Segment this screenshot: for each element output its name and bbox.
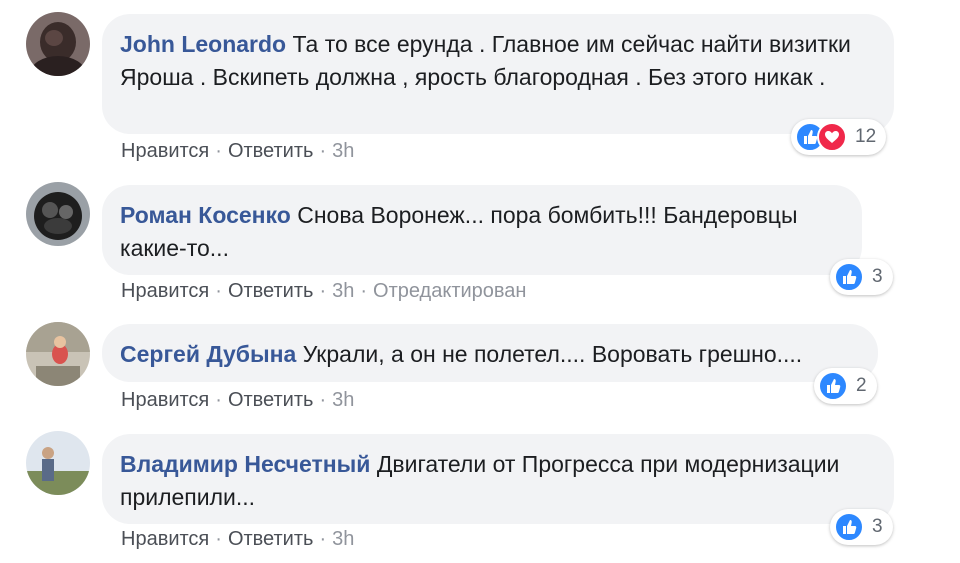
- comment-bubble: Владимир Несчетный Двигатели от Прогресс…: [102, 434, 894, 524]
- like-link[interactable]: Нравится: [121, 280, 209, 302]
- comment-bubble: John Leonardo Та то все ерунда . Главное…: [102, 14, 894, 134]
- comment-actions: Нравится · Ответить · 3h: [121, 140, 355, 162]
- reactions-summary[interactable]: 12: [791, 119, 887, 155]
- comment-text: Украли, а он не полетел.... Воровать гре…: [302, 341, 803, 367]
- comment-author[interactable]: Сергей Дубына: [120, 341, 296, 367]
- reaction-count: 3: [872, 266, 883, 287]
- avatar[interactable]: [26, 182, 90, 246]
- comment-bubble: Сергей Дубына Украли, а он не полетел...…: [102, 324, 878, 382]
- reaction-count: 3: [872, 516, 883, 537]
- comment-author[interactable]: Роман Косенко: [120, 202, 291, 228]
- reply-link[interactable]: Ответить: [228, 528, 314, 550]
- avatar[interactable]: [26, 322, 90, 386]
- like-icon: [834, 512, 864, 542]
- comment-timestamp[interactable]: 3h: [332, 140, 354, 162]
- avatar[interactable]: [26, 431, 90, 495]
- comment-bubble: Роман Косенко Снова Воронеж... пора бомб…: [102, 185, 862, 275]
- reply-link[interactable]: Ответить: [228, 140, 314, 162]
- reactions-summary[interactable]: 3: [830, 259, 893, 295]
- reaction-count: 2: [856, 375, 867, 396]
- love-icon: [817, 122, 847, 152]
- reply-link[interactable]: Ответить: [228, 280, 314, 302]
- reactions-summary[interactable]: 2: [814, 368, 877, 404]
- comment-author[interactable]: John Leonardo: [120, 31, 286, 57]
- like-link[interactable]: Нравится: [121, 140, 209, 162]
- comment-actions: Нравится · Ответить · 3h: [121, 389, 355, 411]
- like-icon: [818, 371, 848, 401]
- reactions-summary[interactable]: 3: [830, 509, 893, 545]
- comment-timestamp[interactable]: 3h: [332, 280, 354, 302]
- comment-author[interactable]: Владимир Несчетный: [120, 451, 370, 477]
- reaction-count: 12: [855, 126, 877, 147]
- like-link[interactable]: Нравится: [121, 389, 209, 411]
- edited-label[interactable]: Отредактирован: [373, 280, 526, 302]
- comment-timestamp[interactable]: 3h: [332, 389, 354, 411]
- like-icon: [834, 262, 864, 292]
- comment-actions: Нравится · Ответить · 3h: [121, 528, 355, 550]
- avatar[interactable]: [26, 12, 90, 76]
- like-link[interactable]: Нравится: [121, 528, 209, 550]
- comment-timestamp[interactable]: 3h: [332, 528, 354, 550]
- reply-link[interactable]: Ответить: [228, 389, 314, 411]
- comment-actions: Нравится · Ответить · 3h · Отредактирован: [121, 280, 527, 302]
